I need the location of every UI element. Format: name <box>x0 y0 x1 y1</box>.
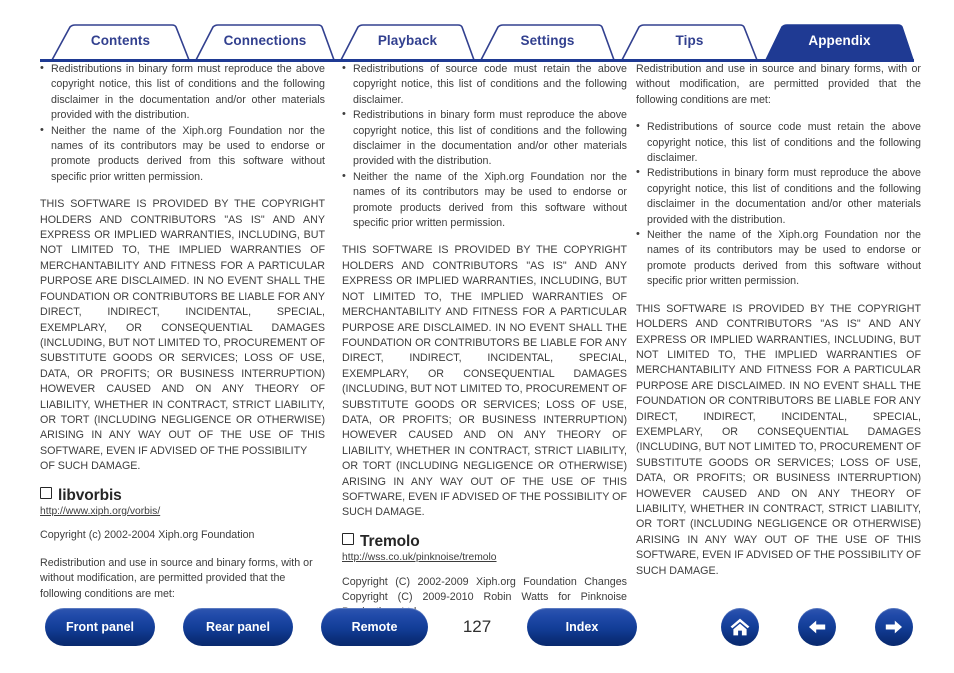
disclaimer-paragraph: THIS SOFTWARE IS PROVIDED BY THE COPYRIG… <box>636 302 921 577</box>
square-bullet-icon <box>40 486 52 499</box>
page-number: 127 <box>462 617 492 636</box>
page-content: Redistributions in binary form must repr… <box>0 61 954 618</box>
license-conditions-list: Redistributions of source code must reta… <box>342 61 627 232</box>
section-heading-text: Tremolo <box>360 532 420 550</box>
back-button[interactable] <box>798 608 836 646</box>
list-item: Redistributions of source code must reta… <box>342 61 627 108</box>
section-url-link[interactable]: http://wss.co.uk/pinknoise/tremolo <box>342 550 497 565</box>
remote-button[interactable]: Remote <box>321 608 428 646</box>
home-button[interactable] <box>721 608 759 646</box>
section-url-link[interactable]: http://www.xiph.org/vorbis/ <box>40 504 160 519</box>
disclaimer-paragraph: THIS SOFTWARE IS PROVIDED BY THE COPYRIG… <box>40 198 325 457</box>
tab-playback[interactable]: Playback <box>341 24 474 58</box>
section-heading-tremolo: Tremolo <box>342 532 627 550</box>
list-item: Redistributions of source code must reta… <box>636 119 921 166</box>
tab-bar: Contents Connections Playback Settings T… <box>0 24 954 62</box>
license-conditions-list: Redistributions of source code must reta… <box>636 119 921 290</box>
front-panel-button[interactable]: Front panel <box>45 608 155 646</box>
redistribution-paragraph: Redistribution and use in source and bin… <box>636 63 921 106</box>
list-item: Neither the name of the Xiph.org Foundat… <box>342 169 627 232</box>
square-bullet-icon <box>342 532 354 545</box>
column-1: Redistributions in binary form must repr… <box>40 61 325 614</box>
home-icon <box>730 618 750 636</box>
redistribution-paragraph: Redistribution and use in source and bin… <box>40 556 313 600</box>
tab-contents[interactable]: Contents <box>52 24 189 58</box>
arrow-left-icon <box>809 620 826 634</box>
column-3: Redistribution and use in source and bin… <box>636 62 921 591</box>
tab-tips[interactable]: Tips <box>622 24 757 58</box>
arrow-right-icon <box>885 620 902 634</box>
tab-settings[interactable]: Settings <box>481 24 614 58</box>
forward-button[interactable] <box>875 608 913 646</box>
tab-appendix[interactable]: Appendix <box>766 24 913 58</box>
rear-panel-button[interactable]: Rear panel <box>183 608 293 646</box>
index-button[interactable]: Index <box>527 608 637 646</box>
copyright-line: Copyright (c) 2002-2004 Xiph.org Foundat… <box>40 529 255 542</box>
section-heading-libvorbis: libvorbis <box>40 486 325 504</box>
list-item: Neither the name of the Xiph.org Foundat… <box>40 123 325 186</box>
list-item: Redistributions in binary form must repr… <box>342 107 627 170</box>
column-2: Redistributions of source code must reta… <box>342 61 627 633</box>
footer-nav: Front panel Rear panel Remote 127 Index <box>0 608 954 652</box>
list-item: Redistributions in binary form must repr… <box>636 165 921 228</box>
disclaimer-tail: OF SUCH DAMAGE. <box>40 460 141 473</box>
disclaimer-paragraph: THIS SOFTWARE IS PROVIDED BY THE COPYRIG… <box>342 244 627 519</box>
section-heading-text: libvorbis <box>58 486 122 504</box>
tab-connections[interactable]: Connections <box>196 24 334 58</box>
list-item: Neither the name of the Xiph.org Foundat… <box>636 227 921 290</box>
list-item: Redistributions in binary form must repr… <box>40 61 325 124</box>
license-conditions-list: Redistributions in binary form must repr… <box>40 61 325 186</box>
